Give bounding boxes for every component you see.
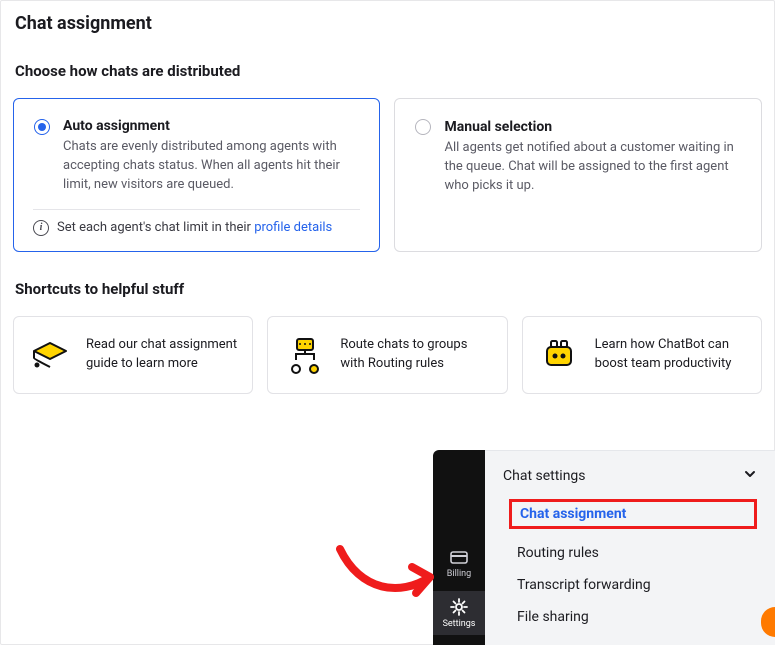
panel-header[interactable]: Chat settings <box>503 467 757 485</box>
panel-item-file-sharing[interactable]: File sharing <box>517 609 757 625</box>
panel-header-label: Chat settings <box>503 468 586 484</box>
panel-item-routing-rules[interactable]: Routing rules <box>517 545 757 561</box>
option-auto-hint: i Set each agent's chat limit in their p… <box>63 220 360 236</box>
nav-billing[interactable]: Billing <box>433 541 485 585</box>
shortcut-routing-text: Route chats to groups with Routing rules <box>340 336 492 372</box>
option-manual-title: Manual selection <box>445 119 742 135</box>
option-auto-desc: Chats are evenly distributed among agent… <box>63 138 360 195</box>
chevron-down-icon <box>743 467 757 485</box>
profile-details-link[interactable]: profile details <box>254 220 332 235</box>
radio-unselected-icon <box>415 119 431 135</box>
distribution-options: Auto assignment Chats are evenly distrib… <box>13 98 762 252</box>
nav-rail: Billing Settings <box>433 450 485 645</box>
billing-icon <box>449 547 469 567</box>
option-auto-title: Auto assignment <box>63 118 360 134</box>
chat-settings-panel: Chat settings Chat assignment Routing ru… <box>485 450 775 645</box>
radio-selected-icon <box>34 119 50 135</box>
panel-item-chat-assignment[interactable]: Chat assignment <box>509 499 757 529</box>
shortcut-cards: Read our chat assignment guide to learn … <box>13 316 762 394</box>
panel-items: Chat assignment Routing rules Transcript… <box>503 499 757 625</box>
settings-overlay: Billing Settings Chat settings Chat assi… <box>433 450 775 645</box>
option-auto-assignment[interactable]: Auto assignment Chats are evenly distrib… <box>13 98 380 252</box>
shortcut-chatbot-text: Learn how ChatBot can boost team product… <box>595 336 747 372</box>
shortcuts-heading: Shortcuts to helpful stuff <box>15 280 762 298</box>
page-title: Chat assignment <box>15 13 762 34</box>
gear-icon <box>449 597 469 617</box>
distribute-heading: Choose how chats are distributed <box>15 62 762 80</box>
option-manual-desc: All agents get notified about a customer… <box>445 139 742 196</box>
info-icon: i <box>33 220 49 236</box>
nav-settings-label: Settings <box>443 619 476 629</box>
shortcut-routing[interactable]: Route chats to groups with Routing rules <box>267 316 507 394</box>
shortcut-chatbot[interactable]: Learn how ChatBot can boost team product… <box>522 316 762 394</box>
routing-icon <box>282 333 326 377</box>
robot-icon <box>537 333 581 377</box>
shortcut-guide[interactable]: Read our chat assignment guide to learn … <box>13 316 253 394</box>
graduation-cap-icon <box>28 333 72 377</box>
nav-billing-label: Billing <box>447 569 471 579</box>
hint-prefix: Set each agent's chat limit in their <box>57 220 254 235</box>
nav-settings[interactable]: Settings <box>433 591 485 635</box>
shortcut-guide-text: Read our chat assignment guide to learn … <box>86 336 238 372</box>
option-manual-selection[interactable]: Manual selection All agents get notified… <box>394 98 763 252</box>
panel-item-transcript-forwarding[interactable]: Transcript forwarding <box>517 577 757 593</box>
